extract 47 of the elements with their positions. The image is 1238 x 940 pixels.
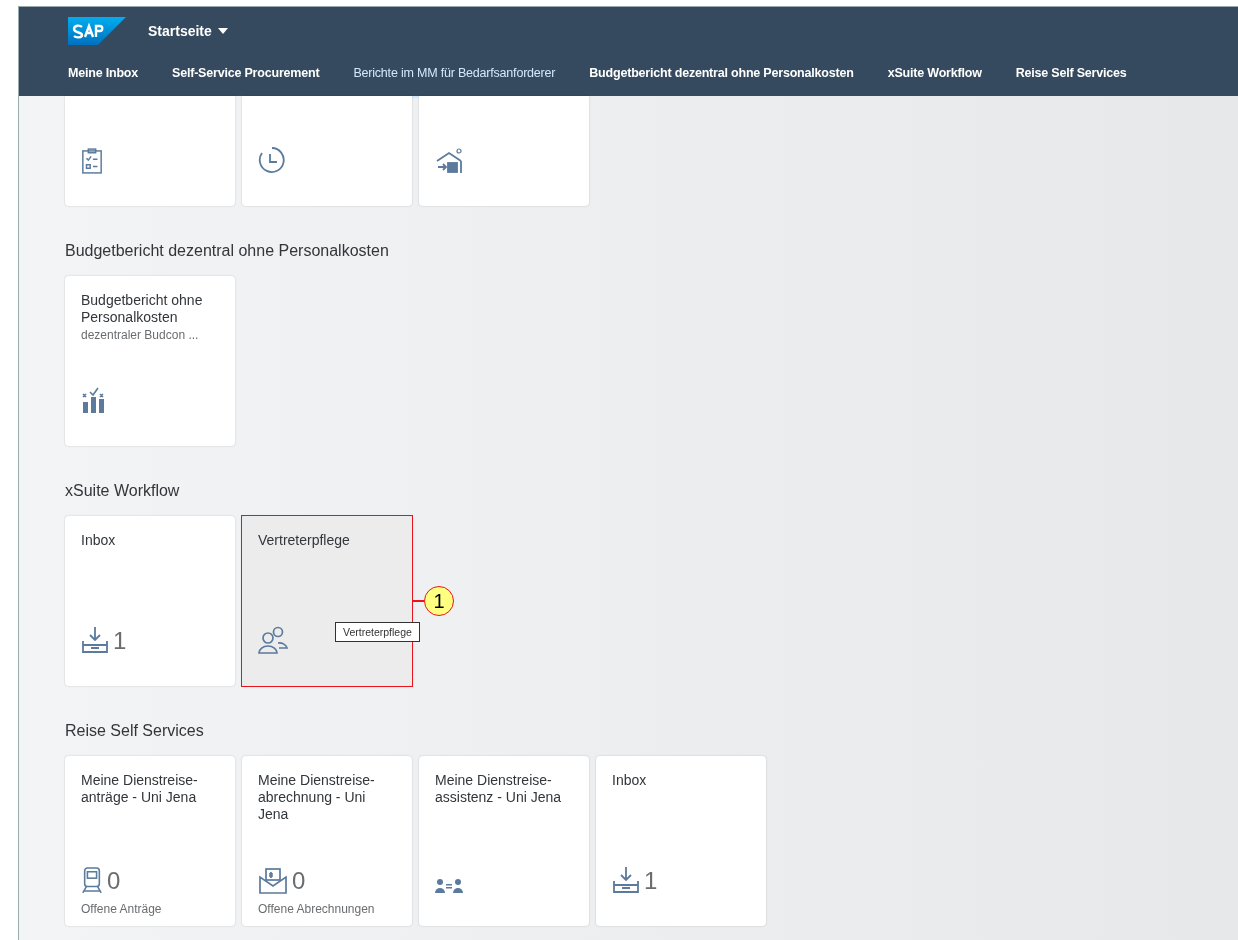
tile-footer: Offene Anträge [81,902,162,916]
inbox-icon [81,626,109,654]
app-tile[interactable]: Meine Dienstreise-assistenz - Uni Jena [419,756,589,926]
tile-title: Budgetbericht ohne Personalkosten [81,292,204,326]
group-title: Budgetbericht dezentral ohne Personalkosten [65,242,390,261]
app-tile[interactable] [419,96,589,206]
tile-title: Vertreterpflege [258,532,351,549]
callout-number: 1 [424,586,454,616]
app-tile[interactable]: Budgetbericht ohne Personalkosten dezentraler Budcon ... [65,276,235,446]
app-tile[interactable] [242,96,412,206]
caret-icon [217,28,228,34]
nav-tab[interactable]: xSuite Workflow [887,53,982,98]
nav-tab[interactable]: Self-Service Procurement [172,53,320,98]
clock-icon [258,146,286,174]
train-icon [81,866,103,894]
app-tile[interactable]: Inbox 1 [596,756,766,926]
tooltip: Vertreterpflege [335,622,420,642]
house-search-icon [435,148,465,174]
kpi-number: 1 [644,868,658,894]
envelope-icon [258,866,288,894]
logo-icon[interactable] [68,17,126,45]
people-icon [258,626,288,654]
tile-title: Meine Dienstreise-anträge - Uni Jena [81,772,199,806]
kpi-number: 0 [107,868,121,894]
tile-footer: Offene Abrechnungen [258,902,375,916]
kpi-number: 1 [113,628,127,654]
tile-title: Meine Dienstreise-abrechnung - Uni Jena [258,772,376,823]
tile-title: Inbox [81,532,117,549]
nav-tab[interactable]: Meine Inbox [68,53,139,98]
tile-subtitle: dezentraler Budcon ... [81,328,200,342]
group-title: Reise Self Services [65,722,205,741]
app-tile[interactable]: Meine Dienstreise-abrechnung - Uni Jena 0 Offene Abrechnungen [242,756,412,926]
leader-line [412,600,424,602]
home-menu-button[interactable]: Startseite [148,23,228,39]
nav-tab[interactable]: Budgetbericht dezentral ohne Personalkosten [589,53,854,98]
nav-tab[interactable]: Reise Self Services [1015,53,1127,98]
tile-title: Inbox [612,772,648,789]
kpi-number: 0 [292,868,306,894]
inbox-icon [612,866,640,894]
people-swap-icon [435,878,463,894]
app-tile[interactable]: Meine Dienstreise-anträge - Uni Jena 0 Offene Anträge [65,756,235,926]
group-title: xSuite Workflow [65,482,181,501]
app-tile[interactable] [65,96,235,206]
bar-chart-icon [81,386,107,414]
tile-title: Meine Dienstreise-assistenz - Uni Jena [435,772,563,806]
app-tile[interactable]: Inbox 1 [65,516,235,686]
checklist-icon [81,148,103,174]
